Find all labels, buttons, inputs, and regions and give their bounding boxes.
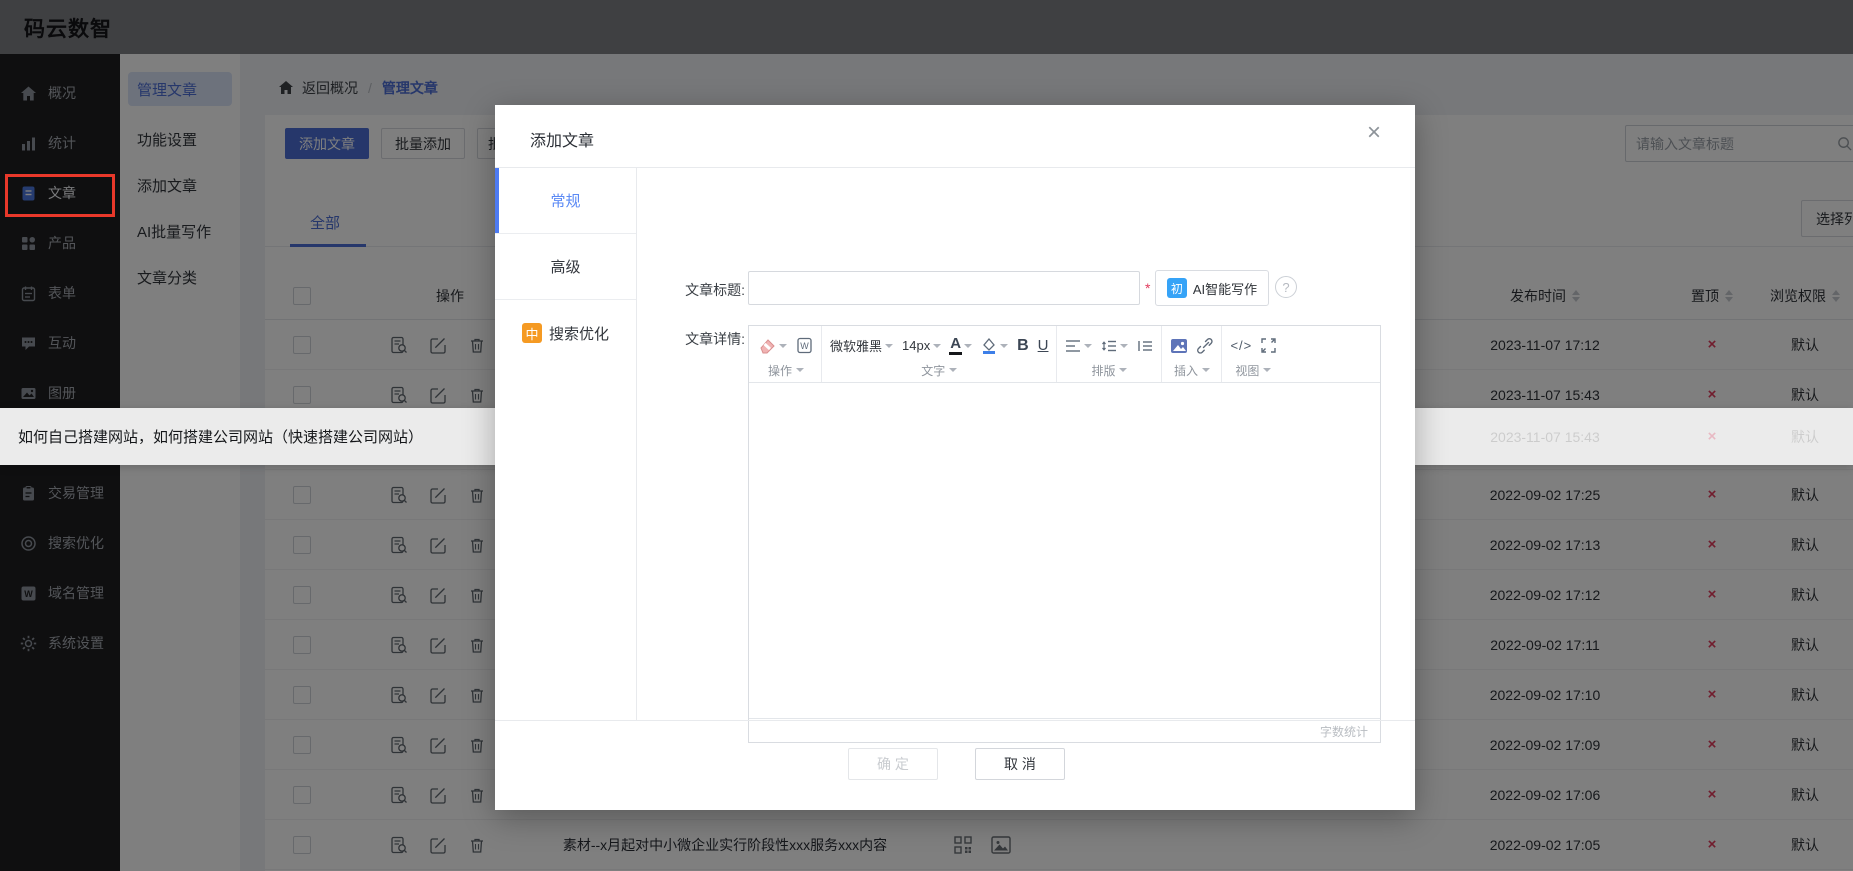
help-icon[interactable]: ? [1275,276,1297,298]
align-icon[interactable] [1065,339,1093,353]
editor-group-view: </> 视图 [1222,326,1284,382]
highlight-color-icon[interactable] [981,337,1009,354]
close-icon[interactable]: × [1361,121,1387,147]
ai-writing-label: AI智能写作 [1192,281,1258,297]
svg-text:W: W [800,341,809,351]
font-family-select[interactable]: 微软雅黑 [830,336,894,355]
tab-badge-icon: 中 [521,323,542,343]
dragged-row-pinned: × [1707,428,1717,445]
font-color-icon[interactable]: A [949,336,973,355]
article-title-input[interactable] [748,271,1140,305]
bold-button[interactable]: B [1017,337,1029,355]
modal-tab-0[interactable]: 常规 [495,168,636,234]
dragged-row-publish-time: 2023-11-07 15:43 [1490,428,1600,445]
line-height-icon[interactable] [1101,339,1129,353]
indent-icon[interactable] [1137,339,1153,353]
modal-body: 常规 高级中搜索优化 文章标题: * 初 AI智能写作 ? 文章详情: W 操作… [495,168,1415,743]
cancel-button[interactable]: 取 消 [975,748,1065,780]
editor-view-menu[interactable]: 视图 [1230,360,1276,380]
insert-image-icon[interactable] [1170,338,1188,354]
article-title-label: 文章标题: [685,282,745,298]
article-detail-label: 文章详情: [685,331,745,347]
modal-title: 添加文章 [530,133,595,150]
editor-group-layout: 排版 [1057,326,1163,382]
underline-button[interactable]: U [1038,337,1049,354]
editor-content-area[interactable] [749,383,1380,718]
editor-group-insert: 插入 [1162,326,1223,382]
ai-badge: 初 [1166,278,1187,298]
editor-ops-menu[interactable]: 操作 [759,360,813,380]
modal-footer: 确 定 取 消 [495,720,1415,809]
fullscreen-icon[interactable] [1261,338,1276,353]
insert-link-icon[interactable] [1197,337,1214,354]
rich-text-editor: W 操作 微软雅黑 14px A B U 文字 排版 插入 </> 视图 字数统… [748,325,1381,743]
editor-text-menu[interactable]: 文字 [830,360,1048,380]
editor-layout-menu[interactable]: 排版 [1065,360,1153,380]
font-size-select[interactable]: 14px [902,338,942,353]
editor-toolbar: W 操作 微软雅黑 14px A B U 文字 排版 插入 </> 视图 [749,326,1380,383]
modal-header: 添加文章 × [495,105,1415,168]
add-article-modal: 添加文章 × 常规 高级中搜索优化 文章标题: * 初 AI智能写作 ? 文章详情… [495,105,1415,810]
source-code-icon[interactable]: </> [1230,338,1252,353]
modal-tab-1[interactable]: 高级 [495,234,636,300]
editor-insert-menu[interactable]: 插入 [1170,360,1213,380]
modal-tab-list: 常规 高级中搜索优化 [495,168,637,720]
confirm-button[interactable]: 确 定 [848,748,938,780]
required-mark: * [1145,280,1151,296]
modal-tab-2[interactable]: 中搜索优化 [495,300,636,366]
dragged-row-title: 如何自己搭建网站，如何搭建公司网站（快速搭建公司网站） [18,429,424,446]
format-eraser-icon[interactable] [759,338,787,354]
import-word-icon[interactable]: W [796,337,813,354]
ai-writing-button[interactable]: 初 AI智能写作 [1155,270,1269,306]
editor-group-ops: W 操作 [751,326,822,382]
dragged-row-permission: 默认 [1791,428,1819,445]
screen: 码云数智 概况统计文章产品表单互动图册交易管理搜索优化W域名管理系统设置 管理文… [0,0,1853,871]
editor-group-text: 微软雅黑 14px A B U 文字 [822,326,1058,382]
